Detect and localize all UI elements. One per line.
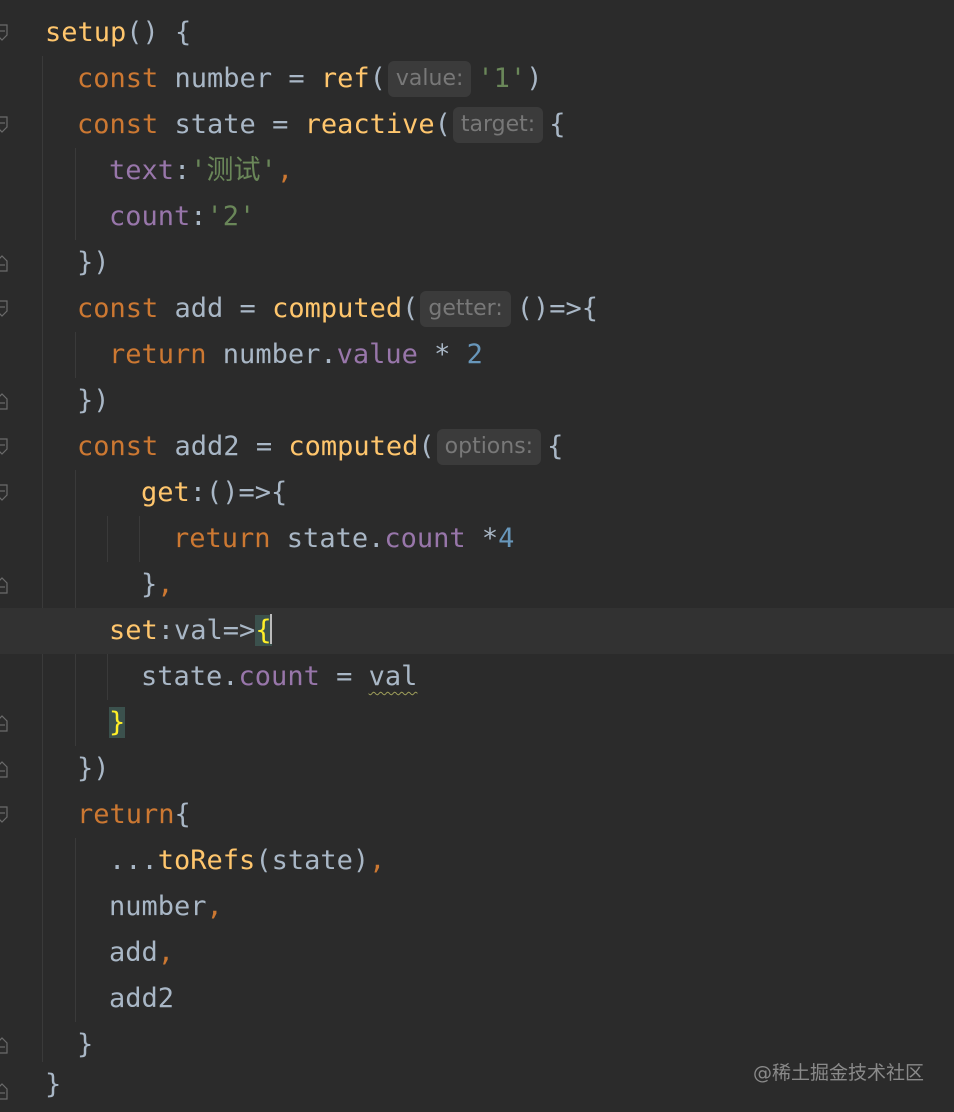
property-key: text [109, 155, 175, 186]
method-name: get [141, 477, 190, 508]
function-name: reactive [304, 109, 435, 140]
punctuation: (state) [255, 845, 370, 876]
code-line[interactable]: } [0, 700, 954, 746]
matched-brace: } [109, 707, 126, 738]
identifier: number [109, 891, 207, 922]
number-literal: 4 [498, 523, 515, 554]
punctuation: , [276, 155, 294, 186]
code-line[interactable]: const add = computed(getter: ()=>{ [0, 286, 954, 332]
parameter-hint: options: [436, 429, 542, 465]
spread-operator: ... [109, 845, 158, 876]
punctuation: ( [402, 293, 419, 324]
operator: * [465, 523, 499, 554]
identifier: add2 = [158, 431, 289, 462]
warning-identifier[interactable]: val [369, 661, 418, 692]
code-line[interactable]: text:'测试', [0, 148, 954, 194]
code-line[interactable]: get:()=>{ [0, 470, 954, 516]
punctuation: }) [77, 247, 110, 278]
parameter-hint: target: [452, 107, 544, 143]
code-editor[interactable]: setup() { const number = ref(value: '1') … [0, 0, 954, 1112]
code-line[interactable]: add, [0, 930, 954, 976]
identifier: add = [158, 293, 273, 324]
punctuation: ( [369, 63, 386, 94]
code-line[interactable]: return state.count *4 [0, 516, 954, 562]
keyword-const: const [77, 431, 159, 462]
keyword-return: return [173, 523, 271, 554]
property-access: count [238, 661, 320, 692]
punctuation: : [174, 155, 191, 186]
current-code-line[interactable]: set:val=>{ [0, 608, 954, 654]
keyword-return: return [77, 799, 175, 830]
setup-function-name: setup [45, 17, 127, 48]
punctuation: { [547, 431, 564, 462]
punctuation: , [206, 891, 223, 922]
identifier: state. [141, 661, 239, 692]
code-line[interactable]: }) [0, 240, 954, 286]
punctuation: :()=>{ [189, 477, 288, 508]
keyword-const: const [77, 109, 159, 140]
punctuation: , [369, 845, 386, 876]
operator: * [417, 339, 467, 370]
property-access: count [384, 523, 466, 554]
code-line[interactable]: add2 [0, 976, 954, 1022]
code-line[interactable]: return{ [0, 792, 954, 838]
number-literal: 2 [466, 339, 483, 370]
string-literal: '2' [206, 201, 256, 232]
code-line[interactable]: setup() { [0, 10, 954, 56]
punctuation: , [157, 937, 175, 968]
identifier: add [109, 937, 158, 968]
punctuation: , [157, 569, 174, 600]
punctuation: } [45, 1069, 62, 1100]
code-line[interactable]: count:'2' [0, 194, 954, 240]
function-name: toRefs [157, 845, 256, 876]
code-line[interactable]: const add2 = computed(options:{ [0, 424, 954, 470]
identifier: state. [270, 523, 385, 554]
identifier: add2 [109, 983, 175, 1014]
property-access: value [336, 339, 418, 370]
punctuation: ()=>{ [516, 293, 599, 324]
method-name: set [109, 615, 158, 646]
punctuation: () { [126, 17, 192, 48]
operator: = [319, 661, 369, 692]
code-line[interactable]: return number.value * 2 [0, 332, 954, 378]
keyword-const: const [77, 293, 159, 324]
punctuation: }) [77, 385, 110, 416]
function-name: computed [272, 293, 403, 324]
identifier: state = [158, 109, 305, 140]
code-line[interactable]: number, [0, 884, 954, 930]
punctuation: ( [418, 431, 435, 462]
function-name: ref [320, 63, 370, 94]
code-line[interactable]: const number = ref(value: '1') [0, 56, 954, 102]
punctuation: :val=> [157, 615, 256, 646]
punctuation: { [174, 799, 191, 830]
code-line[interactable]: }) [0, 378, 954, 424]
code-line[interactable]: }) [0, 746, 954, 792]
string-literal: '测试' [190, 155, 277, 186]
code-line[interactable]: ...toRefs(state), [0, 838, 954, 884]
punctuation: ( [434, 109, 451, 140]
function-name: computed [288, 431, 419, 462]
punctuation: : [190, 201, 207, 232]
code-line[interactable]: const state = reactive(target:{ [0, 102, 954, 148]
punctuation: ) [526, 63, 543, 94]
punctuation: }) [77, 753, 110, 784]
punctuation: } [141, 569, 158, 600]
identifier: number = [158, 63, 321, 94]
watermark: @稀土掘金技术社区 [752, 1062, 924, 1084]
punctuation: } [77, 1029, 94, 1060]
property-key: count [109, 201, 191, 232]
string-literal: '1' [477, 63, 527, 94]
keyword-const: const [77, 63, 159, 94]
code-line[interactable]: }, [0, 562, 954, 608]
parameter-hint: value: [387, 61, 472, 97]
punctuation: { [549, 109, 566, 140]
code-line[interactable]: state.count = val [0, 654, 954, 700]
identifier: number. [206, 339, 337, 370]
parameter-hint: getter: [420, 291, 511, 327]
text-caret [269, 614, 272, 644]
keyword-return: return [109, 339, 207, 370]
